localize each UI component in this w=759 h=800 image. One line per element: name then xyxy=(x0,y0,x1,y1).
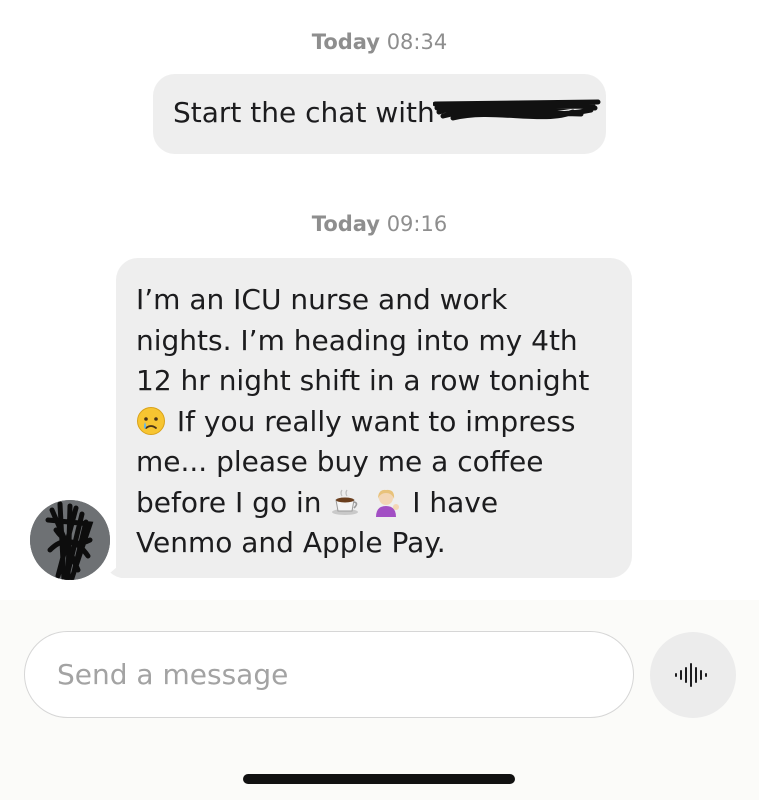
avatar[interactable] xyxy=(30,500,110,580)
voice-message-button[interactable] xyxy=(650,632,736,718)
sent-message-bubble[interactable]: Start the chat with xyxy=(153,74,606,154)
person-tipping-hand-icon xyxy=(376,489,400,517)
message-line: I’m an ICU nurse and work xyxy=(136,283,508,316)
home-indicator xyxy=(243,774,515,784)
message-line: Venmo and Apple Pay. xyxy=(136,526,446,559)
hot-beverage-icon xyxy=(332,489,359,515)
waveform-icon xyxy=(675,663,707,687)
crying-face-icon xyxy=(137,406,165,435)
message-input[interactable] xyxy=(24,631,634,718)
message-line-text: If you really want to impress xyxy=(176,404,576,438)
received-message-bubble[interactable]: I’m an ICU nurse and work nights. I’m he… xyxy=(116,258,632,578)
timestamp-day: Today xyxy=(311,212,380,236)
message-line: me... please buy me a coffee xyxy=(136,445,544,478)
avatar-redaction-scribble xyxy=(30,500,110,580)
message-line: before I go in I have xyxy=(136,483,614,524)
message-line: 12 hr night shift in a row tonight xyxy=(136,364,590,397)
message-line-text: before I go in xyxy=(136,485,322,519)
timestamp-time: 08:34 xyxy=(386,30,448,54)
timestamp-2: Today 09:16 xyxy=(0,212,759,236)
redaction-scribble xyxy=(433,99,601,121)
timestamp-time: 09:16 xyxy=(386,212,448,236)
timestamp-day: Today xyxy=(311,30,380,54)
message-line-text: I have xyxy=(412,485,499,519)
timestamp-1: Today 08:34 xyxy=(0,30,759,54)
message-line: nights. I’m heading into my 4th xyxy=(136,323,578,357)
message-line: If you really want to impress xyxy=(136,402,614,443)
sent-message-text: Start the chat with xyxy=(173,96,435,129)
